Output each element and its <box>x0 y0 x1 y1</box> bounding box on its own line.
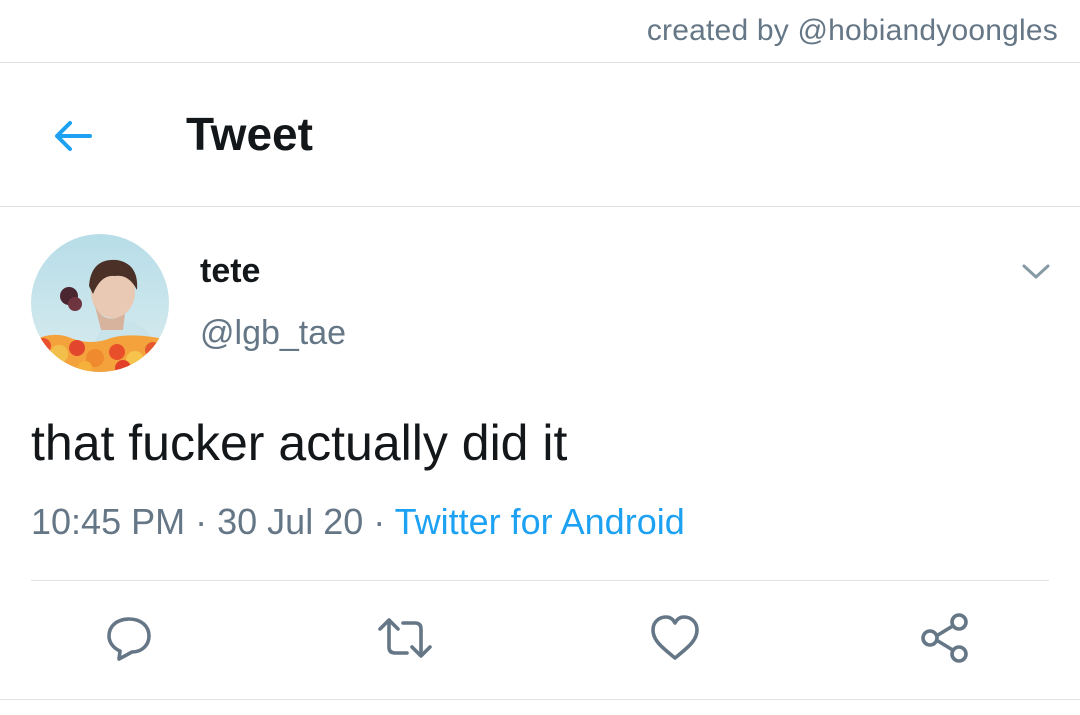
tweet-meta: 10:45 PM · 30 Jul 20 · Twitter for Andro… <box>31 501 685 543</box>
retweet-arrows-icon <box>378 618 432 658</box>
divider <box>0 699 1080 700</box>
meta-separator: · <box>195 501 208 542</box>
avatar[interactable] <box>31 234 169 372</box>
page-title: Tweet <box>186 108 313 160</box>
creator-credit: created by @hobiandyoongles <box>646 14 1058 47</box>
tweet-menu-button[interactable] <box>1016 252 1056 292</box>
tweet-time: 10:45 PM <box>31 501 186 542</box>
back-button[interactable] <box>44 108 100 164</box>
reply-button[interactable] <box>101 610 157 666</box>
tweet-date: 30 Jul 20 <box>217 501 364 542</box>
heart-icon <box>651 615 699 660</box>
tweet-header: Tweet <box>0 63 1080 207</box>
like-button[interactable] <box>647 610 703 666</box>
display-name[interactable]: tete <box>200 252 260 291</box>
arrow-left-icon <box>55 121 92 151</box>
retweet-button[interactable] <box>377 610 433 666</box>
user-handle[interactable]: @lgb_tae <box>200 314 346 353</box>
share-nodes-icon <box>921 613 968 663</box>
divider <box>31 580 1049 581</box>
tweet-source-link[interactable]: Twitter for Android <box>395 501 685 542</box>
avatar-image <box>31 234 169 372</box>
meta-separator: · <box>373 501 386 542</box>
speech-bubble-icon <box>107 617 151 661</box>
chevron-down-icon <box>1022 264 1050 279</box>
credit-bar: created by @hobiandyoongles <box>0 0 1080 63</box>
share-button[interactable] <box>917 610 973 666</box>
tweet-text: that fucker actually did it <box>31 415 568 471</box>
